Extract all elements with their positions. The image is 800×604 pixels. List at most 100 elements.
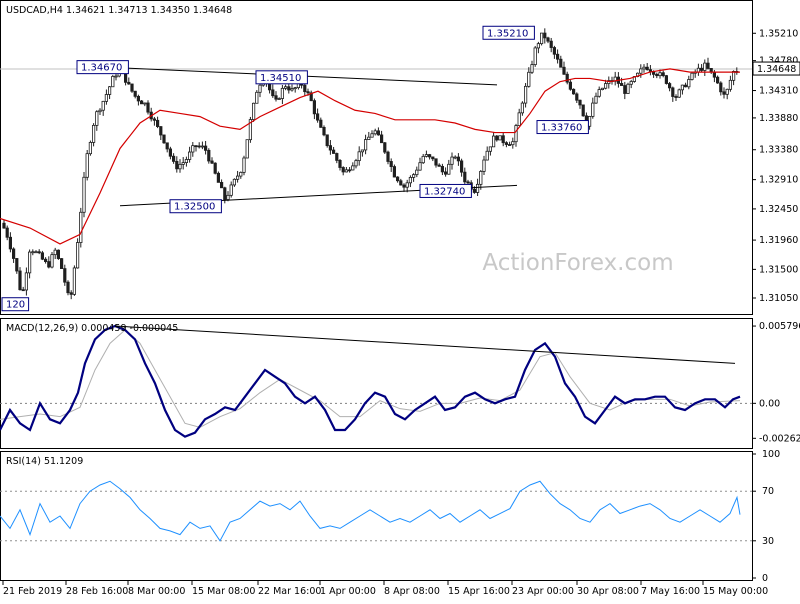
candle-body	[165, 142, 169, 150]
candle-body	[203, 145, 208, 151]
candle-body	[520, 102, 525, 114]
candle-body	[114, 75, 118, 78]
x-tick-label: 21 Feb 2019	[3, 586, 62, 597]
candle-body	[287, 86, 291, 91]
candle-body	[175, 160, 179, 170]
candle-body	[331, 149, 336, 154]
candle-body	[146, 102, 150, 113]
candle-body	[130, 83, 134, 92]
candle-body	[466, 181, 470, 184]
candle-body	[658, 72, 662, 77]
candle-body	[283, 86, 288, 89]
candle-body	[194, 145, 198, 148]
candle-body	[415, 169, 419, 176]
candle-body	[24, 272, 29, 291]
candle-body	[527, 71, 531, 87]
candle-body	[482, 159, 486, 172]
candle-body	[47, 261, 51, 268]
candle-body	[223, 187, 227, 200]
candle-body	[389, 161, 393, 167]
candle-body	[37, 251, 41, 254]
price-label: 1.33760	[541, 123, 582, 134]
x-tick-label: 8 Mar 00:00	[128, 586, 185, 597]
candle-body	[139, 100, 144, 105]
candle-body	[76, 242, 80, 269]
candle-body	[171, 155, 176, 162]
candle-body	[533, 47, 537, 66]
candle-body	[418, 162, 422, 171]
candle-body	[511, 141, 515, 146]
candle-body	[187, 151, 192, 160]
y-tick-label: 1.33380	[759, 145, 798, 156]
x-tick-label: 15 Mar 08:00	[192, 586, 255, 597]
candle-body	[395, 176, 400, 182]
y-tick-label: 1.34310	[759, 86, 798, 97]
candle-body	[719, 82, 723, 93]
candle-body	[495, 135, 499, 141]
candle-body	[517, 112, 521, 126]
candle-body	[98, 109, 102, 113]
candle-body	[591, 102, 595, 117]
candle-body	[725, 88, 729, 95]
candle-body	[335, 153, 339, 161]
candle-body	[575, 93, 579, 101]
candle-body	[443, 171, 448, 175]
candle-body	[88, 142, 92, 155]
candle-body	[312, 100, 317, 115]
candle-body	[11, 248, 16, 259]
candle-body	[642, 66, 646, 70]
candle-body	[92, 124, 96, 143]
candle-body	[143, 102, 147, 105]
candle-body	[354, 160, 358, 167]
y-tick-label: 1.33880	[759, 113, 798, 124]
candle-body	[536, 43, 541, 49]
candle-body	[379, 134, 384, 144]
price-label: 120	[6, 300, 25, 311]
candle-body	[277, 98, 281, 100]
candle-body	[463, 171, 467, 183]
forex-chart: ActionForex.com 1.34670 1.34510 1.35210 1.3…	[0, 0, 800, 600]
candle-body	[251, 102, 256, 120]
candle-body	[63, 268, 67, 283]
candle-body	[703, 62, 707, 71]
candle-body	[411, 174, 416, 178]
candle-body	[360, 149, 365, 153]
candle-body	[178, 163, 182, 170]
candle-body	[549, 40, 553, 48]
candle-body	[8, 236, 12, 250]
candle-body	[108, 86, 112, 95]
candle-body	[447, 163, 451, 175]
candle-body	[66, 281, 70, 294]
candle-body	[258, 84, 262, 93]
candle-body	[664, 75, 669, 84]
candle-body	[357, 151, 361, 162]
x-tick-label: 1 Apr 00:00	[320, 586, 376, 597]
candle-body	[213, 162, 217, 174]
x-tick-label: 8 Apr 08:00	[384, 586, 440, 597]
candle-body	[684, 84, 688, 88]
candle-body	[690, 72, 694, 80]
rsi-panel-frame	[0, 451, 753, 581]
candle-body	[427, 154, 432, 158]
candle-body	[242, 157, 246, 173]
price-label: 1.32500	[174, 202, 215, 213]
candle-body	[709, 68, 713, 73]
price-label: 1.32740	[424, 186, 465, 197]
candle-body	[44, 258, 48, 262]
candle-body	[373, 130, 377, 135]
candle-body	[159, 126, 163, 136]
candle-body	[245, 139, 249, 159]
candle-body	[453, 156, 457, 159]
candle-body	[95, 111, 99, 126]
candle-body	[226, 194, 230, 200]
x-tick-label: 30 Apr 08:00	[577, 586, 639, 597]
candle-body	[347, 169, 352, 172]
candle-body	[696, 67, 701, 73]
candle-body	[40, 252, 45, 260]
candle-body	[315, 113, 320, 121]
y-tick-label: 1.31500	[759, 264, 798, 275]
candle-body	[101, 100, 105, 111]
candle-body	[421, 155, 425, 164]
candle-body	[562, 66, 566, 75]
candle-body	[671, 87, 675, 97]
